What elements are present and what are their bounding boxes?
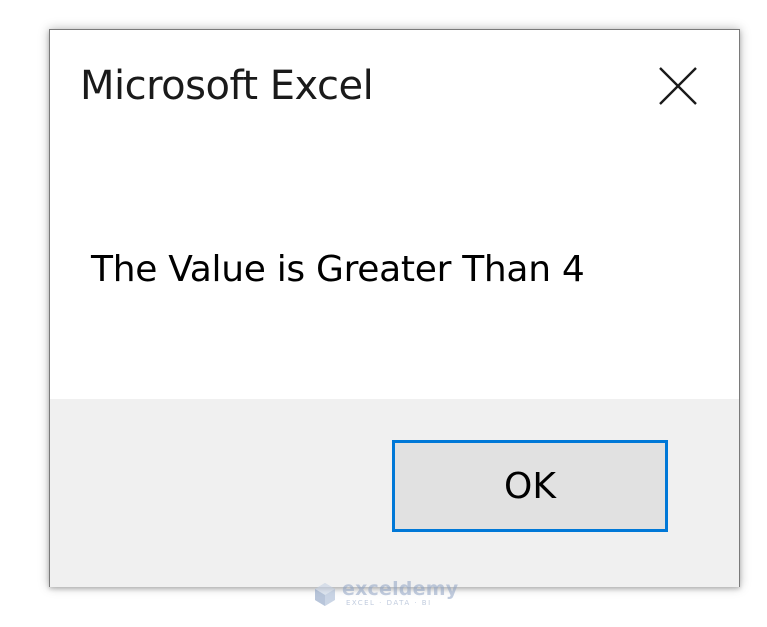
message-box-dialog: Microsoft Excel The Value is Greater Tha…	[49, 29, 740, 587]
exceldemy-logo-icon	[315, 582, 335, 606]
exceldemy-watermark: exceldemy EXCEL · DATA · BI	[312, 580, 458, 607]
dialog-message: The Value is Greater Than 4	[91, 249, 585, 290]
watermark-tagline: EXCEL · DATA · BI	[346, 599, 432, 607]
dialog-title: Microsoft Excel	[80, 63, 374, 109]
watermark-name: exceldemy	[342, 578, 459, 600]
dialog-footer: OK	[50, 399, 739, 587]
close-button[interactable]	[644, 52, 712, 120]
ok-button[interactable]: OK	[392, 440, 668, 532]
close-icon	[659, 67, 697, 105]
